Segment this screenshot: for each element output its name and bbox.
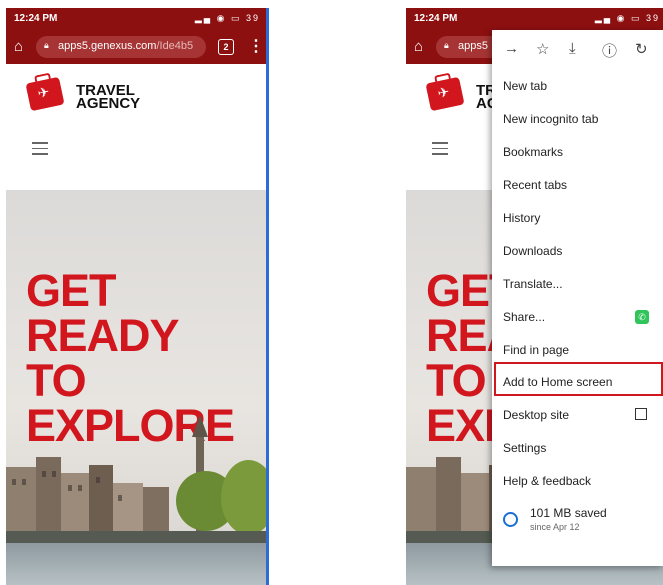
suitcase-logo-icon: ✈ bbox=[25, 72, 65, 112]
highlight-annotation-box bbox=[494, 362, 663, 396]
data-saved-amount[interactable]: 101 MB saved bbox=[530, 506, 607, 520]
status-icons: ▂▄ ◉ ▭ 39 bbox=[194, 13, 260, 23]
address-text: apps5.genexus.com/Ide4b5 bbox=[58, 40, 194, 52]
bookmark-star-icon[interactable]: ☆ bbox=[536, 40, 549, 58]
status-bar: 12:24 PM ▂▄ ◉ ▭ 39 bbox=[406, 8, 663, 30]
brand-name: TRAVEL AGENCY bbox=[76, 82, 141, 112]
download-icon[interactable]: ⤓ bbox=[569, 40, 576, 57]
menu-item-share[interactable]: Share... ✆ bbox=[503, 304, 653, 330]
lock-icon: 🔒︎ bbox=[44, 40, 49, 50]
home-icon[interactable]: ⌂ bbox=[414, 38, 423, 55]
menu-item-recent-tabs[interactable]: Recent tabs bbox=[503, 172, 653, 198]
status-time: 12:24 PM bbox=[414, 13, 458, 24]
page-info-icon[interactable]: ⓘ bbox=[602, 40, 617, 61]
reload-icon[interactable]: ↻ bbox=[635, 40, 648, 58]
hamburger-menu-icon[interactable] bbox=[32, 142, 48, 159]
tab-switcher-icon[interactable]: 2 bbox=[218, 39, 234, 55]
menu-item-downloads[interactable]: Downloads bbox=[503, 238, 653, 264]
desktop-site-checkbox[interactable] bbox=[635, 408, 647, 420]
home-icon[interactable]: ⌂ bbox=[14, 38, 23, 55]
menu-toolbar: → ☆ ⤓ ⓘ ↻ bbox=[492, 30, 663, 68]
menu-item-new-incognito-tab[interactable]: New incognito tab bbox=[503, 106, 653, 132]
menu-item-translate[interactable]: Translate... bbox=[503, 271, 653, 297]
menu-item-help-feedback[interactable]: Help & feedback bbox=[503, 468, 653, 494]
left-phone-screen: 12:24 PM ▂▄ ◉ ▭ 39 ⌂ 🔒︎ apps5.genexus.co… bbox=[6, 8, 268, 585]
menu-item-find-in-page[interactable]: Find in page bbox=[503, 337, 653, 363]
hamburger-menu-icon[interactable] bbox=[432, 142, 448, 159]
menu-item-history[interactable]: History bbox=[503, 205, 653, 231]
hero-banner: GET READY TO EXPLORE bbox=[6, 190, 268, 585]
status-time: 12:24 PM bbox=[14, 13, 58, 24]
suitcase-logo-icon: ✈ bbox=[425, 72, 465, 112]
menu-item-settings[interactable]: Settings bbox=[503, 435, 653, 461]
status-bar: 12:24 PM ▂▄ ◉ ▭ 39 bbox=[6, 8, 268, 30]
address-text: apps5 bbox=[458, 40, 488, 52]
menu-item-desktop-site[interactable]: Desktop site bbox=[503, 402, 653, 428]
more-options-icon[interactable]: ⋮ bbox=[248, 36, 264, 56]
site-header: ✈ TRAVEL AGENCY bbox=[6, 64, 268, 190]
lock-icon: 🔒︎ bbox=[444, 40, 449, 50]
menu-item-bookmarks[interactable]: Bookmarks bbox=[503, 139, 653, 165]
menu-item-new-tab[interactable]: New tab bbox=[503, 73, 653, 99]
screen-divider bbox=[266, 8, 269, 585]
browser-toolbar: ⌂ 🔒︎ apps5.genexus.com/Ide4b5 2 ⋮ bbox=[6, 30, 268, 64]
data-saver-icon bbox=[503, 512, 518, 527]
status-icons: ▂▄ ◉ ▭ 39 bbox=[594, 13, 660, 23]
address-bar[interactable]: 🔒︎ apps5.genexus.com/Ide4b5 bbox=[36, 36, 206, 58]
whatsapp-icon[interactable]: ✆ bbox=[635, 310, 649, 324]
canal-water-image bbox=[6, 543, 268, 585]
browser-overflow-menu: → ☆ ⤓ ⓘ ↻ New tab New incognito tab Book… bbox=[492, 30, 663, 566]
data-saved-since: since Apr 12 bbox=[530, 522, 580, 532]
tree-image bbox=[221, 460, 268, 535]
forward-icon[interactable]: → bbox=[504, 40, 519, 57]
